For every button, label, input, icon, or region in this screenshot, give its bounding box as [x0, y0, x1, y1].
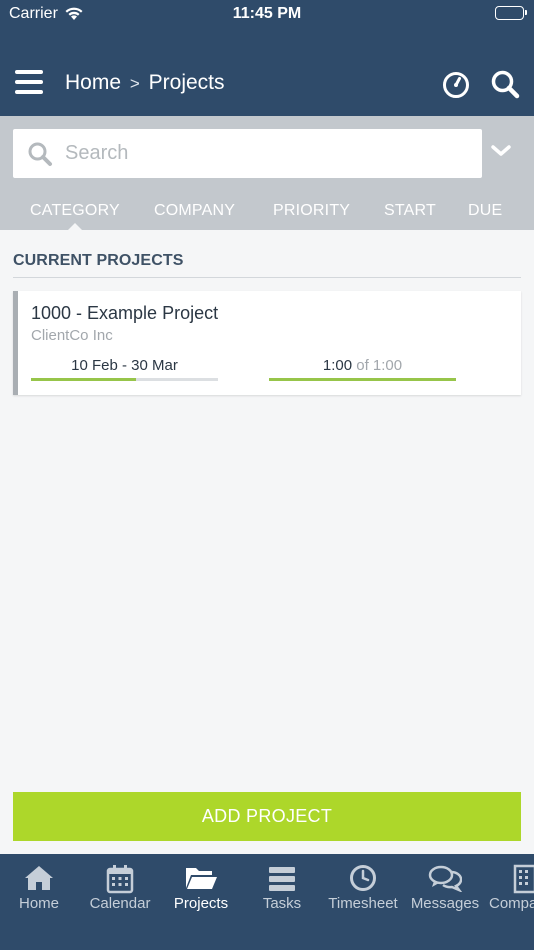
bottom-tab-bar: Home Calendar Projects Tasks Timesheet M…	[0, 854, 534, 950]
battery-icon	[495, 6, 527, 20]
calendar-icon	[80, 864, 160, 894]
project-title: 1000 - Example Project	[31, 303, 219, 323]
hours-used: 1:00	[322, 357, 353, 374]
search-icon[interactable]	[490, 69, 520, 99]
breadcrumb: Home > Projects	[65, 71, 225, 95]
project-dates: 10 Feb - 30 Mar	[71, 357, 178, 374]
nav-companies[interactable]: Companies	[484, 854, 534, 924]
menu-icon[interactable]	[15, 70, 43, 96]
chat-icon	[405, 864, 485, 894]
nav-calendar[interactable]: Calendar	[80, 854, 160, 924]
nav-calendar-label: Calendar	[89, 895, 151, 912]
status-bar: Carrier 11:45 PM	[0, 0, 534, 30]
nav-timesheet-label: Timesheet	[328, 895, 398, 912]
nav-projects-label: Projects	[173, 895, 229, 912]
search-input[interactable]	[65, 129, 465, 178]
add-project-button[interactable]: ADD PROJECT	[13, 792, 521, 841]
nav-timesheet[interactable]: Timesheet	[323, 854, 403, 924]
app-header: Carrier 11:45 PM Home > Projects	[0, 0, 534, 116]
project-card[interactable]: 1000 - Example Project ClientCo Inc 10 F…	[13, 291, 521, 395]
search-field-icon	[27, 141, 53, 172]
nav-home-label: Home	[18, 895, 59, 912]
project-hours: 1:00 of 1:00	[269, 357, 456, 374]
folder-icon	[161, 864, 241, 894]
search-box	[13, 129, 482, 178]
nav-messages[interactable]: Messages	[405, 854, 485, 924]
filter-bar: CATEGORY COMPANY PRIORITY START DUE	[0, 116, 534, 230]
nav-home[interactable]: Home	[0, 854, 79, 924]
nav-companies-label: Companies	[489, 895, 534, 912]
nav-projects[interactable]: Projects	[161, 854, 241, 924]
section-divider	[13, 277, 521, 278]
tab-due[interactable]: DUE	[468, 202, 502, 220]
tab-priority[interactable]: PRIORITY	[273, 202, 350, 220]
hours-total: 1:00	[372, 357, 403, 374]
date-progress-fill	[31, 378, 136, 381]
building-icon	[484, 864, 534, 894]
nav-tasks-label: Tasks	[262, 895, 302, 912]
tab-start[interactable]: START	[384, 202, 436, 220]
nav-tasks[interactable]: Tasks	[242, 854, 322, 924]
breadcrumb-current: Projects	[148, 71, 225, 94]
tab-company[interactable]: COMPANY	[154, 202, 235, 220]
chevron-down-icon[interactable]	[490, 144, 512, 163]
breadcrumb-home[interactable]: Home	[65, 71, 121, 94]
sort-tabs: CATEGORY COMPANY PRIORITY START DUE	[0, 200, 534, 230]
nav-messages-label: Messages	[410, 895, 480, 912]
hours-of: of	[356, 357, 369, 374]
section-title: CURRENT PROJECTS	[13, 252, 184, 269]
tasks-icon	[242, 864, 322, 894]
timer-icon[interactable]	[442, 71, 470, 99]
hours-progress-bar	[269, 378, 456, 381]
clock-icon	[323, 864, 403, 894]
breadcrumb-separator: >	[129, 74, 140, 93]
project-client: ClientCo Inc	[31, 327, 113, 344]
clock-time: 11:45 PM	[232, 5, 302, 22]
date-progress-bar	[31, 378, 218, 381]
tab-category[interactable]: CATEGORY	[30, 202, 120, 230]
home-icon	[0, 864, 79, 894]
hours-progress-fill	[269, 378, 456, 381]
